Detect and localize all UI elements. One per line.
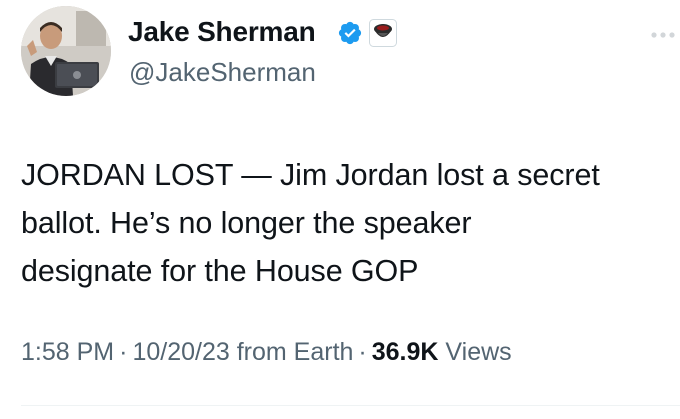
meta-separator: · <box>119 338 128 366</box>
views-count[interactable]: 36.9K <box>372 338 439 366</box>
affiliate-badge-icon[interactable] <box>369 19 397 47</box>
tweet-time[interactable]: 1:58 PM <box>21 338 114 366</box>
tweet-text-line: JORDAN LOST — Jim Jordan lost a secret <box>21 158 600 192</box>
tweet-meta: 1:58 PM · 10/20/23 from Earth · 36.9K Views <box>21 335 512 369</box>
tweet-text-line: ballot. He’s no longer the speaker <box>21 206 472 240</box>
tweet-text-line: designate for the House GOP <box>21 254 419 288</box>
author-name[interactable]: Jake Sherman <box>128 14 316 50</box>
meta-separator: · <box>358 338 367 366</box>
tweet-source: from Earth <box>236 338 354 366</box>
views-label: Views <box>445 338 512 366</box>
more-options-icon[interactable] <box>645 30 679 40</box>
tweet-card: Jake Sherman @JakeSherman JORDAN LOST — … <box>0 0 680 419</box>
tweet-date[interactable]: 10/20/23 <box>132 338 229 366</box>
author-handle[interactable]: @JakeSherman <box>129 55 316 89</box>
avatar[interactable] <box>21 6 111 96</box>
divider <box>21 405 680 406</box>
avatar-image <box>21 6 111 96</box>
verified-badge-icon[interactable] <box>337 20 363 46</box>
tweet-text: JORDAN LOST — Jim Jordan lost a secret b… <box>21 151 671 295</box>
